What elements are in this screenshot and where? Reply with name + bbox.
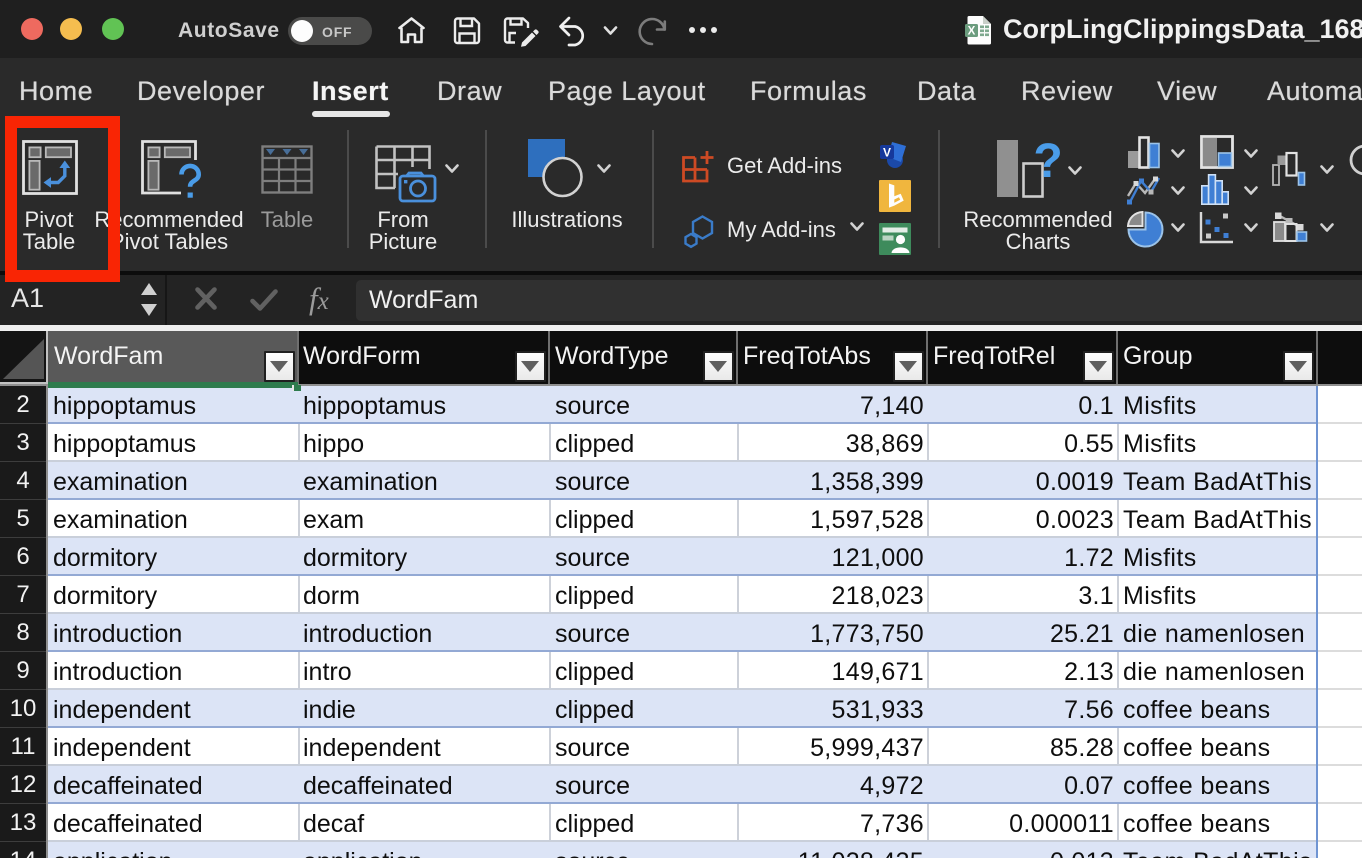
svg-text:X: X <box>968 25 976 37</box>
svg-text:?: ? <box>1033 135 1062 188</box>
svg-text:V: V <box>883 146 891 160</box>
